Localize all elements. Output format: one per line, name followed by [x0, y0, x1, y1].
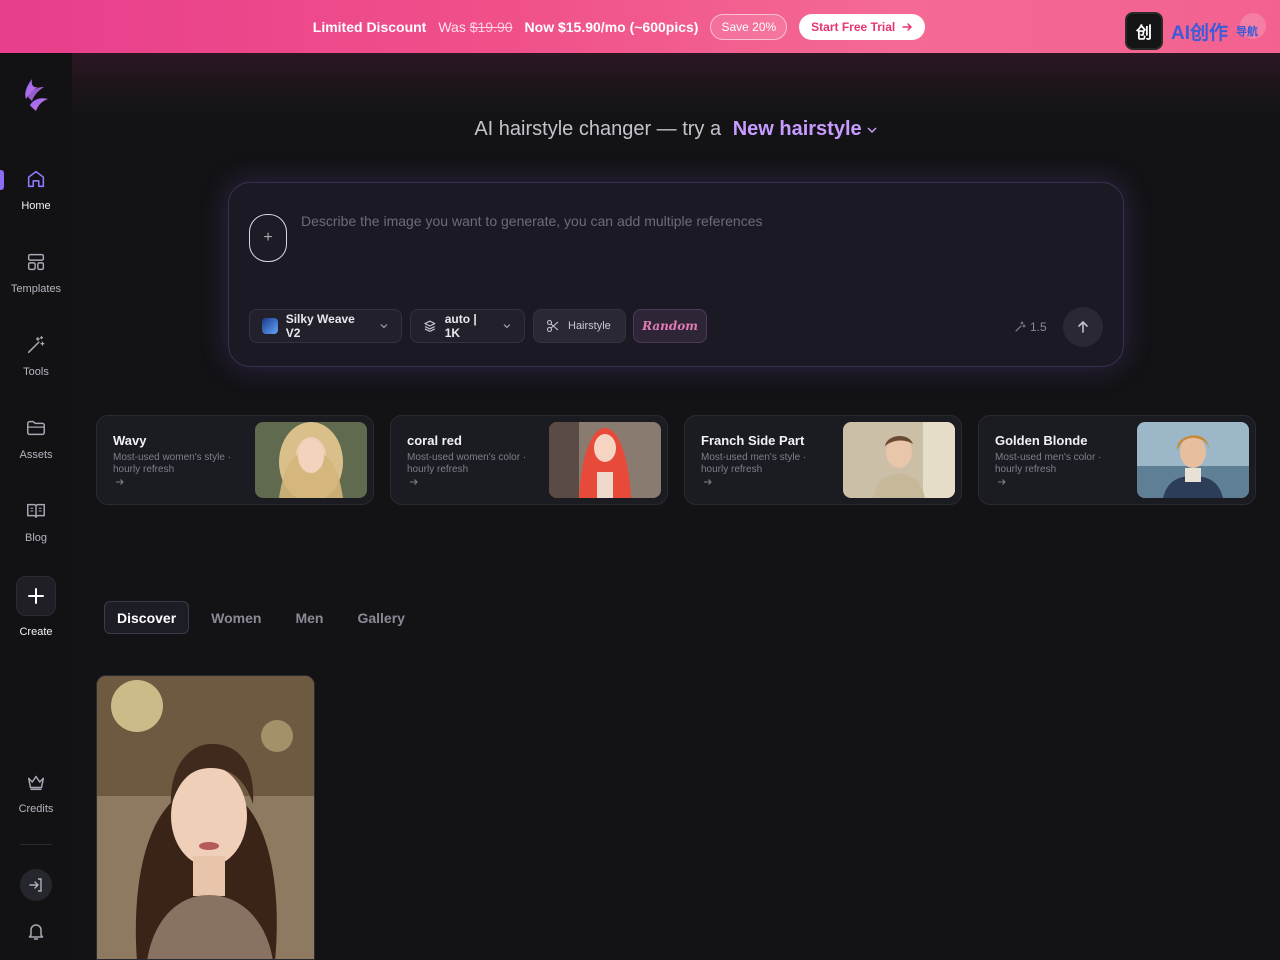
- templates-icon: [27, 253, 45, 271]
- watermark-logo: 创 AI创作 导航: [1124, 12, 1258, 50]
- magic-wand-icon: [27, 336, 45, 354]
- chevron-down-icon: [503, 324, 511, 329]
- login-icon: [29, 878, 42, 892]
- hairstyle-mode-button[interactable]: Hairstyle: [533, 309, 626, 343]
- style-card-franch-side-part[interactable]: Franch Side Part Most-used men's style ·…: [684, 415, 962, 505]
- folder-icon: [27, 420, 45, 436]
- sidebar-item-create[interactable]: Create: [0, 576, 72, 638]
- style-card-golden-blonde[interactable]: Golden Blonde Most-used men's color · ho…: [978, 415, 1256, 505]
- tab-gallery[interactable]: Gallery: [345, 601, 416, 634]
- layers-icon: [424, 320, 436, 333]
- book-icon: [27, 503, 45, 519]
- sidebar-item-credits[interactable]: Credits: [0, 771, 72, 815]
- arrow-right-icon: [704, 479, 712, 485]
- ratio-selector[interactable]: auto | 1K: [410, 309, 525, 343]
- create-button[interactable]: [16, 576, 56, 616]
- brand-icon: 创: [1124, 12, 1163, 50]
- scissors-icon: [546, 319, 559, 333]
- sidebar-divider: [20, 844, 52, 845]
- sparkle-icon: [1015, 321, 1026, 332]
- headline-prefix: AI hairstyle changer — try a: [474, 118, 722, 140]
- add-reference-button[interactable]: +: [249, 214, 287, 262]
- model-icon: [262, 318, 278, 334]
- tab-discover[interactable]: Discover: [104, 601, 190, 634]
- gallery-image[interactable]: [96, 675, 315, 960]
- feed-tabs: Discover Women Men Gallery: [104, 601, 417, 634]
- page-headline: AI hairstyle changer — try a New hairsty…: [0, 118, 1280, 141]
- home-icon: [27, 170, 45, 188]
- style-card-image: [255, 422, 367, 498]
- banner-old-price: Was $19.90: [438, 18, 513, 35]
- sidebar-item-home[interactable]: Home: [0, 168, 72, 212]
- brand-name: AI创作: [1170, 22, 1228, 44]
- brand-sub: 导航: [1236, 26, 1258, 38]
- prompt-input[interactable]: [301, 213, 1081, 229]
- style-card-image: [1137, 422, 1249, 498]
- submit-button[interactable]: [1063, 307, 1103, 347]
- style-card-image: [549, 422, 661, 498]
- random-button[interactable]: Random: [633, 309, 707, 343]
- app-logo-icon[interactable]: [22, 75, 52, 115]
- arrow-right-icon: [998, 479, 1006, 485]
- chevron-down-icon: [380, 324, 388, 329]
- arrow-up-icon: [1078, 320, 1088, 333]
- chevron-down-icon: [867, 127, 877, 133]
- style-card-coral-red[interactable]: coral red Most-used women's color · hour…: [390, 415, 668, 505]
- promo-banner: Limited Discount Was $19.90 Now $15.90/m…: [0, 0, 1280, 53]
- arrow-right-icon: [902, 22, 913, 31]
- start-free-trial-button[interactable]: Start Free Trial: [799, 13, 926, 40]
- arrow-right-icon: [116, 479, 124, 485]
- hairstyle-dropdown[interactable]: New hairstyle: [733, 118, 878, 140]
- arrow-right-icon: [410, 479, 418, 485]
- login-button[interactable]: [20, 869, 52, 901]
- prompt-panel: + Silky Weave V2 auto | 1K Hairstyle Ran…: [228, 182, 1124, 367]
- notification-bell-icon[interactable]: [26, 921, 46, 941]
- sidebar-item-blog[interactable]: Blog: [0, 500, 72, 544]
- top-glow: [0, 53, 1280, 113]
- model-selector[interactable]: Silky Weave V2: [249, 309, 402, 343]
- tab-men[interactable]: Men: [283, 601, 335, 634]
- tab-women[interactable]: Women: [199, 601, 273, 634]
- plus-icon: [28, 588, 44, 604]
- crown-icon: [27, 775, 45, 791]
- credit-cost: 1.5: [1014, 320, 1047, 334]
- sidebar-item-tools[interactable]: Tools: [0, 334, 72, 378]
- sidebar-item-assets[interactable]: Assets: [0, 417, 72, 461]
- style-card-image: [843, 422, 955, 498]
- sidebar-item-templates[interactable]: Templates: [0, 251, 72, 295]
- style-card-wavy[interactable]: Wavy Most-used women's style · hourly re…: [96, 415, 374, 505]
- banner-title: Limited Discount: [312, 18, 427, 35]
- banner-new-price: Now $15.90/mo (~600pics): [524, 18, 699, 35]
- sidebar: Home Templates Tools Assets Blog Create …: [0, 53, 72, 960]
- save-badge: Save 20%: [710, 13, 788, 40]
